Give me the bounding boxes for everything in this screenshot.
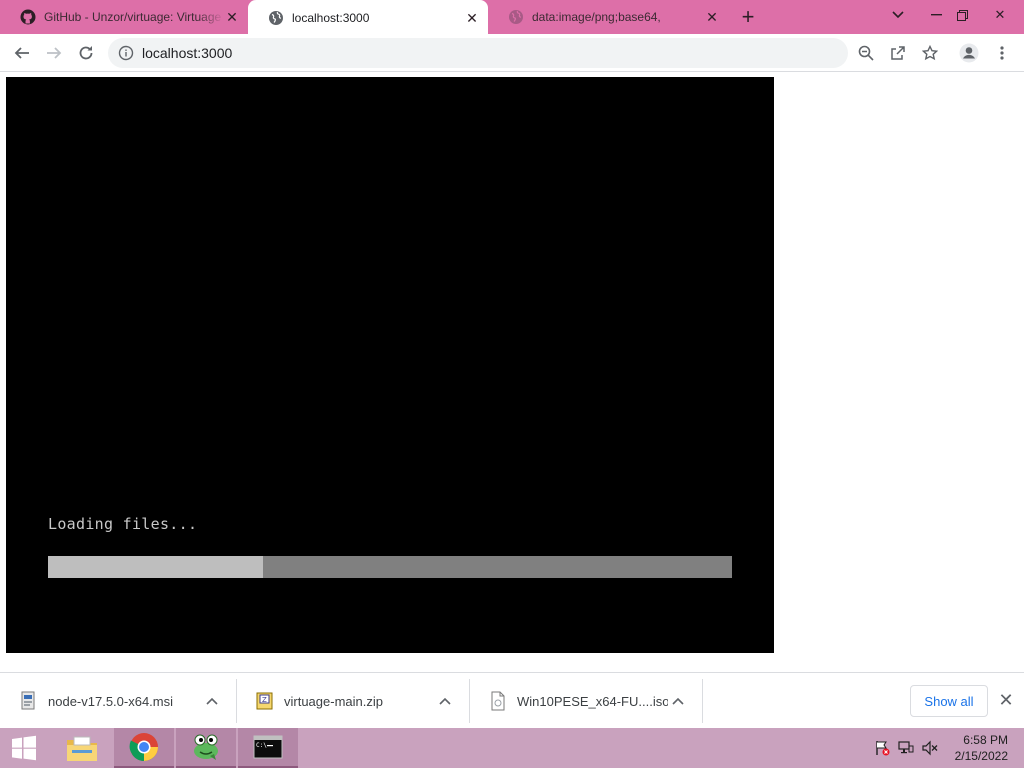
iso-file-icon xyxy=(491,691,505,711)
network-icon[interactable] xyxy=(898,740,914,756)
address-bar[interactable]: localhost:3000 xyxy=(108,38,848,68)
github-icon xyxy=(20,9,36,25)
loading-text: Loading files... xyxy=(48,515,198,533)
close-shelf-icon[interactable]: ✕ xyxy=(996,689,1016,711)
site-info-icon[interactable] xyxy=(118,45,134,61)
tab-github[interactable]: GitHub - Unzor/virtuage: Virtuage ✕ xyxy=(0,0,248,34)
menu-kebab-icon[interactable] xyxy=(990,41,1014,65)
chevron-up-icon[interactable] xyxy=(668,691,688,711)
globe-icon xyxy=(509,10,523,24)
windows-start-icon[interactable] xyxy=(0,728,48,768)
globe-icon xyxy=(269,11,283,25)
forward-icon[interactable] xyxy=(42,41,66,65)
show-all-button[interactable]: Show all xyxy=(910,685,988,717)
emulator-screen[interactable]: Loading files... xyxy=(6,77,774,653)
chevron-up-icon[interactable] xyxy=(202,691,222,711)
tab-strip: GitHub - Unzor/virtuage: Virtuage ✕ loca… xyxy=(0,0,1024,36)
reload-icon[interactable] xyxy=(74,41,98,65)
download-item[interactable]: node-v17.5.0-x64.msi xyxy=(0,679,236,723)
svg-text:C:\: C:\ xyxy=(256,742,267,749)
installer-file-icon xyxy=(21,691,35,710)
progress-bar-fill xyxy=(48,556,264,578)
tab-title: localhost:3000 xyxy=(292,11,370,25)
bookmark-star-icon[interactable] xyxy=(918,41,942,65)
tab-title: GitHub - Unzor/virtuage: Virtuage xyxy=(44,10,222,24)
close-tab-icon[interactable]: ✕ xyxy=(464,10,480,26)
frog-app-icon[interactable] xyxy=(176,728,236,768)
tab-title: data:image/png;base64, xyxy=(532,10,661,24)
clock-date: 2/15/2022 xyxy=(954,749,1008,763)
chevron-up-icon[interactable] xyxy=(435,691,455,711)
taskbar: C:\ 6:58 PM 2/15/2022 xyxy=(0,728,1024,768)
download-item[interactable]: Z virtuage-main.zip xyxy=(236,679,469,723)
download-item[interactable]: Win10PESE_x64-FU....iso xyxy=(469,679,702,723)
action-center-flag-icon[interactable] xyxy=(874,740,890,756)
page-content: Loading files... xyxy=(0,72,1024,672)
tab-localhost[interactable]: localhost:3000 ✕ xyxy=(248,0,488,36)
download-filename: Win10PESE_x64-FU....iso xyxy=(517,693,668,709)
svg-text:Z: Z xyxy=(262,696,267,704)
zoom-icon[interactable] xyxy=(854,41,878,65)
command-prompt-icon[interactable]: C:\ xyxy=(238,728,298,768)
chrome-icon[interactable] xyxy=(114,728,174,768)
tab-search-icon[interactable] xyxy=(882,0,914,30)
download-filename: virtuage-main.zip xyxy=(284,693,383,709)
download-filename: node-v17.5.0-x64.msi xyxy=(48,693,174,709)
close-tab-icon[interactable]: ✕ xyxy=(224,9,240,25)
new-tab-button[interactable]: + xyxy=(736,4,760,29)
clock-time: 6:58 PM xyxy=(963,733,1008,747)
browser-toolbar: localhost:3000 xyxy=(0,34,1024,72)
taskbar-clock[interactable]: 6:58 PM 2/15/2022 xyxy=(955,732,1008,764)
divider xyxy=(702,679,703,723)
back-icon[interactable] xyxy=(10,41,34,65)
profile-avatar-icon[interactable] xyxy=(957,41,981,65)
close-window-icon[interactable]: ✕ xyxy=(984,0,1016,30)
progress-bar xyxy=(48,556,732,578)
address-url: localhost:3000 xyxy=(142,45,233,61)
file-explorer-icon[interactable] xyxy=(52,728,112,768)
volume-muted-icon[interactable] xyxy=(922,740,938,756)
download-shelf: node-v17.5.0-x64.msi Z virtuage-main.zip… xyxy=(0,672,1024,728)
restore-icon[interactable] xyxy=(946,0,978,30)
close-tab-icon[interactable]: ✕ xyxy=(704,9,720,25)
zip-file-icon: Z xyxy=(256,692,273,710)
tab-data-image[interactable]: data:image/png;base64, ✕ xyxy=(488,0,728,34)
share-icon[interactable] xyxy=(886,41,910,65)
